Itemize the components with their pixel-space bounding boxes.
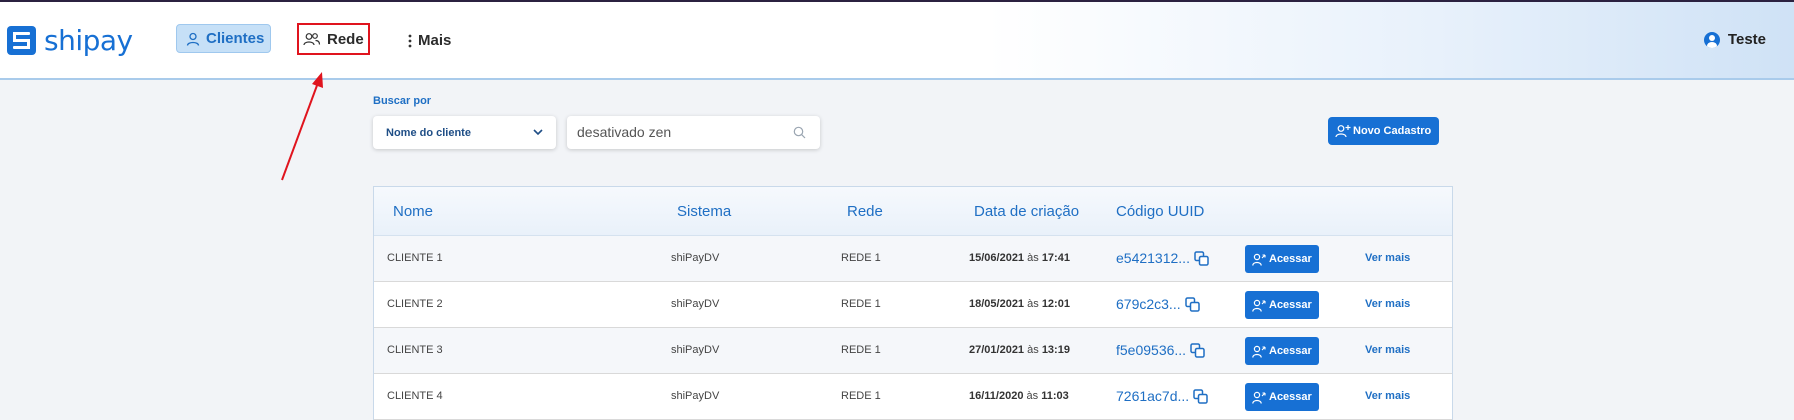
ver-mais-link[interactable]: Ver mais (1365, 390, 1410, 402)
clients-table: Nome Sistema Rede Data de criação Código… (373, 186, 1453, 420)
cell-data: 15/06/2021 às 17:41 (969, 252, 1070, 264)
uuid-text: 679c2c3... (1116, 296, 1181, 312)
user-access-icon (1252, 253, 1266, 266)
cell-time: 17:41 (1041, 252, 1070, 264)
cell-nome: CLIENTE 4 (387, 390, 443, 402)
copy-icon[interactable] (1193, 388, 1208, 404)
cell-date: 18/05/2021 (969, 298, 1025, 310)
annotation-arrow (281, 72, 323, 181)
search-input[interactable] (567, 116, 777, 147)
acessar-label: Acessar (1269, 345, 1312, 357)
nav-mais[interactable]: Mais (408, 32, 451, 49)
search-box (567, 116, 820, 149)
ver-mais-link[interactable]: Ver mais (1365, 344, 1410, 356)
cell-sistema: shiPayDV (671, 344, 720, 356)
account-circle-icon (1703, 31, 1720, 48)
uuid-text: 7261ac7d... (1116, 388, 1190, 404)
nav-mais-label: Mais (418, 32, 452, 49)
cell-date: 16/11/2020 (969, 390, 1024, 402)
cell-time: 12:01 (1041, 298, 1070, 310)
user-name: Teste (1727, 31, 1766, 48)
users-icon (303, 33, 321, 46)
ver-mais-link[interactable]: Ver mais (1365, 298, 1410, 310)
novo-cadastro-label: Novo Cadastro (1353, 125, 1432, 137)
user-menu[interactable]: Teste (1703, 31, 1766, 48)
column-header-nome[interactable]: Nome (393, 203, 433, 220)
user-access-icon (1252, 391, 1266, 404)
cell-data: 27/01/2021 às 13:19 (969, 344, 1070, 356)
uuid-text: f5e09536... (1116, 342, 1187, 358)
shipay-logo[interactable]: shipay (7, 24, 133, 57)
cell-sistema: shiPayDV (671, 390, 720, 402)
cell-date: 15/06/2021 (969, 252, 1025, 264)
add-user-icon (1335, 125, 1351, 138)
novo-cadastro-button[interactable]: Novo Cadastro (1328, 117, 1439, 145)
column-header-rede[interactable]: Rede (847, 203, 883, 220)
table-row: CLIENTE 4 shiPayDV REDE 1 16/11/2020 às … (374, 374, 1452, 420)
copy-icon[interactable] (1184, 296, 1200, 312)
nav-rede-label: Rede (327, 30, 364, 48)
table-body: CLIENTE 1 shiPayDV REDE 1 15/06/2021 às … (374, 236, 1452, 420)
uuid-text: e5421312... (1116, 250, 1190, 266)
cell-uuid: 7261ac7d... (1116, 388, 1208, 404)
cell-date-sep: às (1027, 344, 1039, 356)
cell-nome: CLIENTE 3 (387, 344, 443, 356)
search-by-label: Buscar por (373, 95, 432, 107)
acessar-label: Acessar (1269, 253, 1312, 265)
search-field-select[interactable]: Nome do cliente (373, 116, 556, 149)
copy-icon[interactable] (1190, 342, 1205, 358)
nav-clientes-label: Clientes (206, 30, 265, 47)
cell-sistema: shiPayDV (671, 298, 720, 310)
more-vertical-icon (408, 34, 412, 47)
column-header-data[interactable]: Data de criação (974, 203, 1079, 220)
acessar-button[interactable]: Acessar (1245, 291, 1319, 319)
nav-rede[interactable]: Rede (297, 23, 370, 55)
nav-clientes[interactable]: Clientes (176, 24, 271, 53)
table-row: CLIENTE 2 shiPayDV REDE 1 18/05/2021 às … (374, 282, 1452, 328)
column-header-uuid[interactable]: Código UUID (1116, 203, 1204, 220)
ver-mais-link[interactable]: Ver mais (1365, 252, 1410, 264)
cell-uuid: 679c2c3... (1116, 296, 1200, 312)
table-row: CLIENTE 3 shiPayDV REDE 1 27/01/2021 às … (374, 328, 1452, 374)
search-icon[interactable] (793, 126, 806, 139)
cell-data: 16/11/2020 às 11:03 (969, 390, 1069, 402)
cell-nome: CLIENTE 1 (387, 252, 443, 264)
copy-icon[interactable] (1194, 250, 1209, 266)
shipay-logo-icon (7, 26, 36, 55)
acessar-button[interactable]: Acessar (1245, 337, 1319, 365)
table-header: Nome Sistema Rede Data de criação Código… (374, 187, 1452, 236)
cell-nome: CLIENTE 2 (387, 298, 443, 310)
acessar-label: Acessar (1269, 391, 1312, 403)
cell-rede: REDE 1 (841, 298, 881, 310)
cell-rede: REDE 1 (841, 390, 881, 402)
logo-text: shipay (44, 24, 133, 57)
cell-rede: REDE 1 (841, 252, 881, 264)
cell-uuid: e5421312... (1116, 250, 1209, 266)
cell-time: 11:03 (1041, 390, 1069, 402)
user-access-icon (1252, 299, 1266, 312)
chevron-down-icon (533, 129, 543, 136)
table-row: CLIENTE 1 shiPayDV REDE 1 15/06/2021 às … (374, 236, 1452, 282)
user-icon (186, 32, 200, 46)
acessar-button[interactable]: Acessar (1245, 383, 1319, 411)
cell-date-sep: às (1027, 298, 1039, 310)
cell-date-sep: às (1026, 390, 1039, 402)
acessar-label: Acessar (1269, 299, 1312, 311)
cell-rede: REDE 1 (841, 344, 881, 356)
cell-data: 18/05/2021 às 12:01 (969, 298, 1070, 310)
top-header: shipay Clientes Rede Mais Teste (0, 2, 1794, 80)
cell-uuid: f5e09536... (1116, 342, 1205, 358)
cell-sistema: shiPayDV (671, 252, 720, 264)
cell-date: 27/01/2021 (969, 344, 1025, 356)
cell-date-sep: às (1027, 252, 1039, 264)
column-header-sistema[interactable]: Sistema (677, 203, 731, 220)
user-access-icon (1252, 345, 1266, 358)
acessar-button[interactable]: Acessar (1245, 245, 1319, 273)
search-field-selected: Nome do cliente (386, 126, 471, 139)
cell-time: 13:19 (1041, 344, 1070, 356)
